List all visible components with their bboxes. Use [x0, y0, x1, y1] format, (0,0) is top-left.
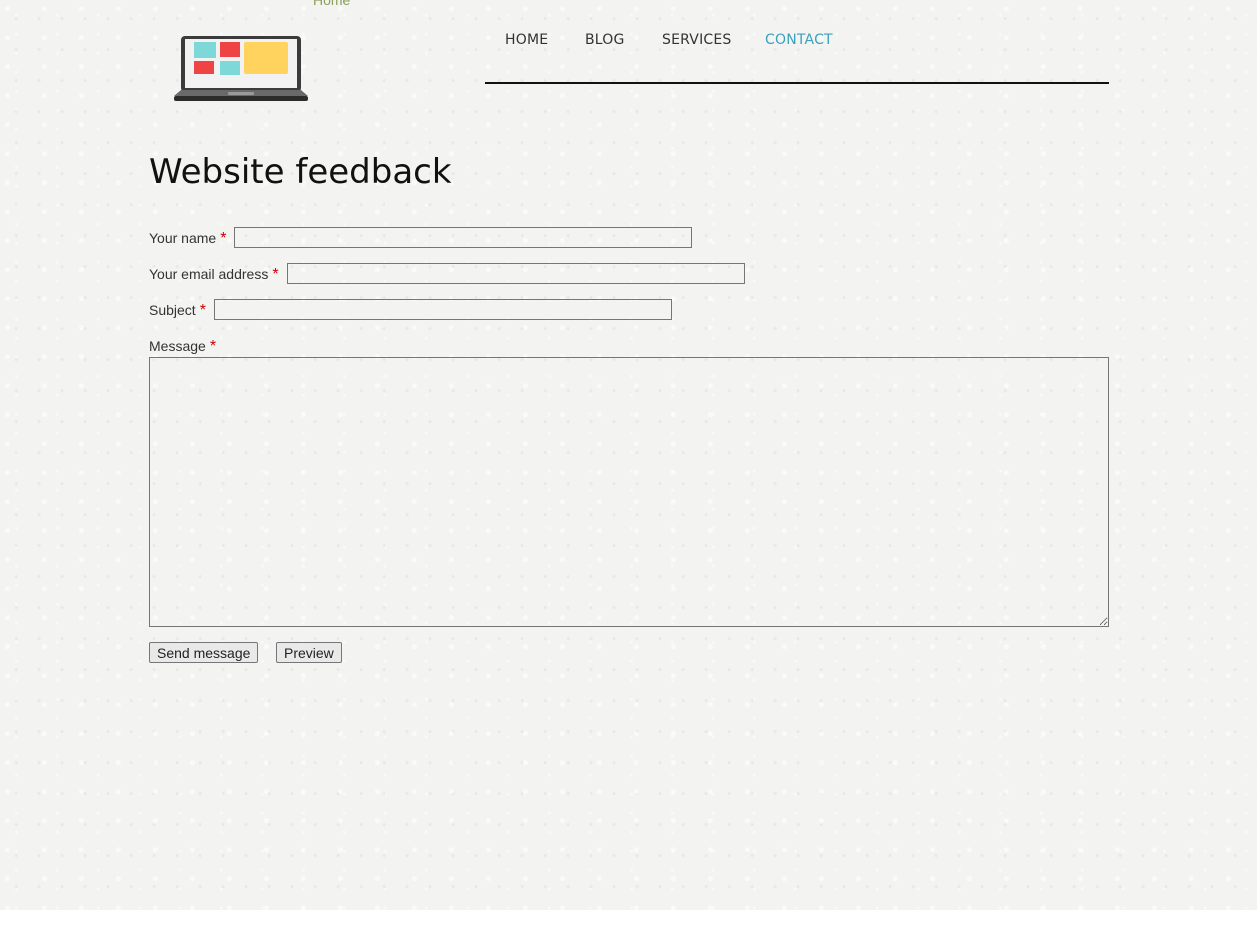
page-title: Website feedback	[149, 152, 452, 192]
nav-item-services[interactable]: SERVICES	[662, 32, 732, 48]
email-label: Your email address *	[149, 266, 279, 284]
name-label-text: Your name	[149, 230, 217, 246]
subject-input[interactable]	[214, 299, 672, 320]
main-navigation: HOME BLOG SERVICES CONTACT	[485, 30, 1109, 84]
nav-item-home[interactable]: HOME	[505, 32, 548, 48]
required-marker: *	[272, 266, 279, 283]
required-marker: *	[220, 230, 227, 247]
required-marker: *	[209, 338, 217, 355]
subject-label: Subject *	[149, 302, 206, 320]
name-input[interactable]	[234, 227, 692, 248]
site-name-link[interactable]: Home	[313, 0, 350, 8]
name-label: Your name *	[149, 230, 226, 248]
message-textarea[interactable]	[149, 357, 1109, 627]
email-label-text: Your email address	[149, 266, 269, 282]
message-label-text: Message	[149, 338, 206, 354]
send-message-button[interactable]: Send message	[149, 642, 259, 663]
message-label: Message *	[149, 338, 216, 356]
email-input[interactable]	[287, 263, 745, 284]
preview-button[interactable]: Preview	[276, 642, 342, 663]
nav-item-contact[interactable]: CONTACT	[765, 32, 833, 48]
laptop-logo-icon[interactable]	[174, 34, 310, 104]
required-marker: *	[199, 302, 206, 319]
subject-label-text: Subject	[149, 302, 196, 318]
nav-item-blog[interactable]: BLOG	[585, 32, 625, 48]
